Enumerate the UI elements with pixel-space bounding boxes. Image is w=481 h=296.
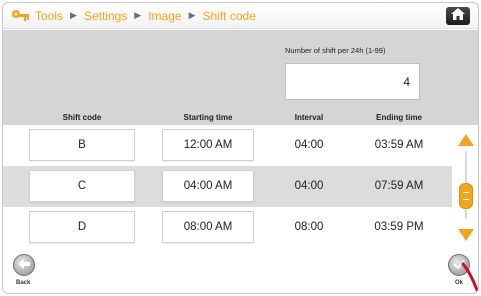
- home-button[interactable]: [446, 7, 470, 25]
- header-bar: Tools ▶ Settings ▶ Image ▶ Shift code: [3, 3, 478, 29]
- table-row: D 08:00 AM 08:00 03:59 PM: [3, 207, 452, 248]
- back-label: Back: [16, 280, 31, 286]
- footer-bar: Back Ok: [3, 248, 478, 293]
- ending-time-value: 03:59 AM: [374, 139, 424, 151]
- breadcrumb-separator-icon: ▶: [70, 10, 77, 20]
- starting-time-button[interactable]: 12:00 AM: [162, 129, 254, 161]
- column-header-starting-time: Starting time: [183, 113, 233, 122]
- key-icon: [11, 9, 31, 23]
- back-arrow-icon: [18, 256, 30, 274]
- breadcrumb-shift-code: Shift code: [202, 8, 256, 23]
- shift-count-label: Number of shift per 24h (1-99): [285, 46, 386, 55]
- interval-value: 04:00: [294, 180, 324, 192]
- ending-time-value: 07:59 AM: [374, 180, 424, 192]
- breadcrumb-separator-icon: ▶: [188, 10, 196, 20]
- column-header-interval: Interval: [294, 113, 324, 122]
- scroll-thumb[interactable]: [459, 183, 473, 209]
- shift-table: B 12:00 AM 04:00 03:59 AM C 04:00 AM 04:…: [3, 125, 452, 248]
- breadcrumb-settings[interactable]: Settings: [84, 9, 127, 23]
- scrollbar[interactable]: [452, 125, 478, 248]
- column-header-shift-code: Shift code: [62, 113, 102, 122]
- starting-time-button[interactable]: 04:00 AM: [162, 170, 254, 202]
- starting-time-button[interactable]: 08:00 AM: [162, 211, 254, 243]
- app-window: Tools ▶ Settings ▶ Image ▶ Shift code Nu…: [2, 2, 479, 294]
- arrow-down-icon[interactable]: [458, 228, 474, 246]
- shift-code-button[interactable]: D: [29, 211, 135, 243]
- shift-code-button[interactable]: B: [29, 129, 135, 161]
- settings-panel: Number of shift per 24h (1-99) 4 Shift c…: [3, 30, 478, 248]
- breadcrumb-tools[interactable]: Tools: [35, 9, 63, 23]
- table-row: B 12:00 AM 04:00 03:59 AM: [3, 125, 452, 166]
- arrow-up-icon[interactable]: [458, 133, 474, 151]
- pointer-cursor-icon: [461, 262, 478, 293]
- back-button[interactable]: [13, 254, 35, 276]
- ending-time-value: 03:59 PM: [374, 221, 424, 233]
- breadcrumb-separator-icon: ▶: [134, 10, 142, 20]
- home-icon: [451, 7, 465, 25]
- interval-value: 08:00: [294, 221, 324, 233]
- shift-code-button[interactable]: C: [29, 170, 135, 202]
- interval-value: 04:00: [294, 139, 324, 151]
- table-row: C 04:00 AM 04:00 07:59 AM: [3, 166, 452, 207]
- shift-count-input[interactable]: 4: [285, 63, 420, 100]
- column-header-ending-time: Ending time: [376, 113, 422, 122]
- breadcrumb-image[interactable]: Image: [148, 9, 181, 23]
